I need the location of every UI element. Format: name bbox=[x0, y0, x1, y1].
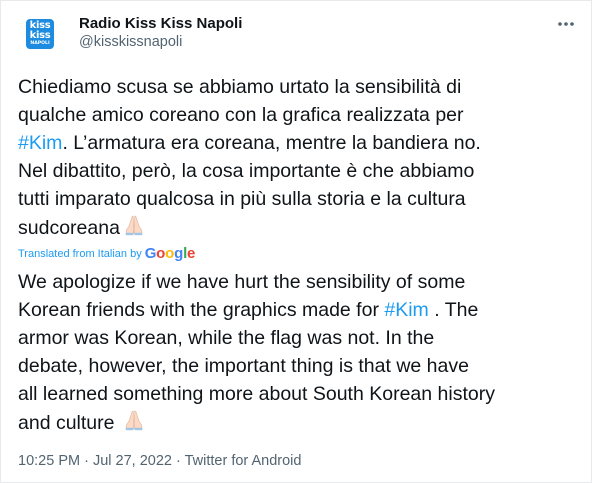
folded-hands-icon bbox=[122, 213, 148, 245]
hashtag-link[interactable]: #Kim bbox=[384, 299, 428, 321]
tweet-source: Twitter for Android bbox=[184, 453, 302, 469]
avatar[interactable]: kiss kiss NAPOLI bbox=[21, 15, 59, 53]
meta-separator: · bbox=[171, 453, 185, 469]
radio-logo: kiss kiss NAPOLI bbox=[26, 19, 54, 49]
translated-line: armor was Korean, while the flag was not… bbox=[18, 327, 435, 349]
translated-line-text: . The bbox=[428, 299, 479, 321]
logo-word-2: kiss bbox=[29, 30, 51, 42]
translated-line-text: Korean friends with the graphics made fo… bbox=[18, 299, 385, 321]
original-line: #Kim. L’armatura era coreana, mentre la … bbox=[18, 129, 578, 157]
hashtag-link[interactable]: #Kim bbox=[18, 132, 62, 154]
translation-label: Translated from Italian by bbox=[18, 247, 142, 260]
tweet-metadata: 10:25 PM · Jul 27, 2022 · Twitter for An… bbox=[18, 453, 301, 469]
translated-line: Korean friends with the graphics made fo… bbox=[18, 296, 578, 324]
google-logo: Google bbox=[144, 245, 196, 262]
original-line: Nel dibattito, però, la cosa importante … bbox=[18, 160, 475, 182]
tweet-translated-text: We apologize if we have hurt the sensibi… bbox=[18, 268, 578, 436]
original-line: sudcoreana bbox=[18, 213, 578, 241]
original-line: Chiediamo scusa se abbiamo urtato la sen… bbox=[18, 76, 462, 98]
translation-attribution[interactable]: Translated from Italian by Google bbox=[18, 245, 195, 262]
translated-line-text: and culture bbox=[18, 412, 120, 435]
tweet-time[interactable]: 10:25 PM bbox=[18, 453, 80, 469]
translated-line: all learned something more about South K… bbox=[18, 383, 495, 405]
original-line: tutti imparato qualcosa in più sulla sto… bbox=[18, 188, 466, 210]
translated-line: debate, however, the important thing is … bbox=[18, 355, 469, 377]
display-name[interactable]: Radio Kiss Kiss Napoli bbox=[79, 15, 242, 32]
more-options-button[interactable] bbox=[555, 15, 577, 33]
folded-hands-icon bbox=[122, 408, 148, 440]
translated-line: We apologize if we have hurt the sensibi… bbox=[18, 271, 466, 293]
tweet-date[interactable]: Jul 27, 2022 bbox=[93, 453, 172, 469]
meta-separator: · bbox=[80, 453, 93, 469]
account-handle[interactable]: @kisskissnapoli bbox=[79, 34, 182, 50]
original-line-text: sudcoreana bbox=[18, 217, 120, 240]
original-line: qualche amico coreano con la grafica rea… bbox=[18, 104, 464, 126]
logo-word-3: NAPOLI bbox=[30, 41, 50, 47]
tweet-card: kiss kiss NAPOLI Radio Kiss Kiss Napoli … bbox=[0, 0, 592, 483]
translated-line: and culture bbox=[18, 408, 578, 436]
tweet-original-text: Chiediamo scusa se abbiamo urtato la sen… bbox=[18, 73, 578, 241]
more-horizontal-icon bbox=[558, 22, 574, 26]
original-line-text: . L’armatura era coreana, mentre la band… bbox=[62, 132, 481, 154]
